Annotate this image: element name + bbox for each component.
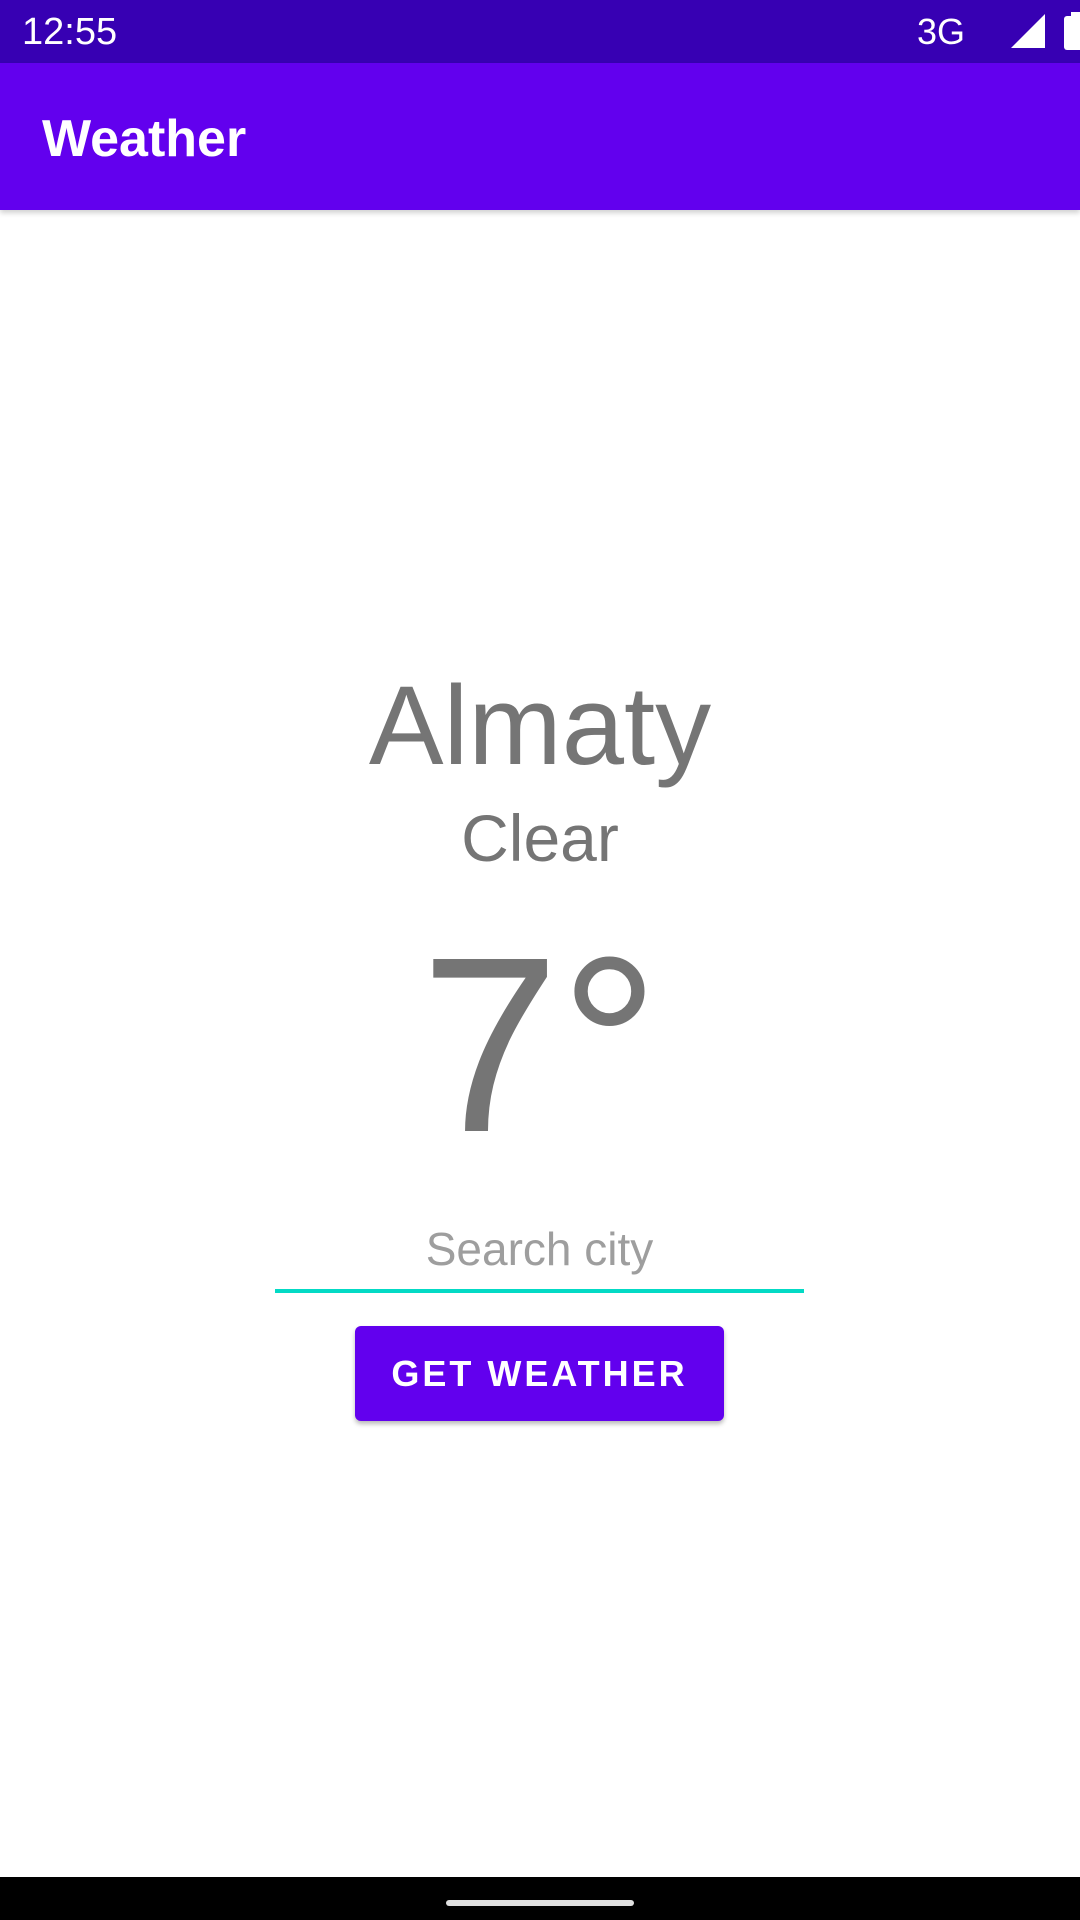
cell-signal-icon bbox=[1011, 14, 1045, 48]
network-type-label: 3G bbox=[917, 11, 966, 52]
temperature-value: 7° bbox=[420, 905, 660, 1184]
city-name: Almaty bbox=[368, 663, 712, 788]
weather-screen: 12:55 3G Weather Almaty Clear 7° GET WEA… bbox=[0, 0, 1080, 1920]
weather-condition: Clear bbox=[461, 801, 619, 875]
app-title: Weather bbox=[42, 110, 247, 168]
status-time: 12:55 bbox=[22, 11, 118, 53]
status-bar: 12:55 3G bbox=[0, 0, 1080, 63]
home-gesture-handle[interactable] bbox=[446, 1900, 634, 1906]
navigation-bar bbox=[0, 1877, 1080, 1920]
get-weather-button[interactable]: GET WEATHER bbox=[355, 1326, 724, 1421]
search-field bbox=[275, 1210, 804, 1294]
search-underline bbox=[275, 1289, 804, 1293]
search-city-input[interactable] bbox=[275, 1210, 804, 1288]
battery-icon bbox=[1064, 12, 1080, 50]
app-bar: Weather bbox=[0, 63, 1080, 210]
status-icons: 3G bbox=[860, 0, 1080, 63]
